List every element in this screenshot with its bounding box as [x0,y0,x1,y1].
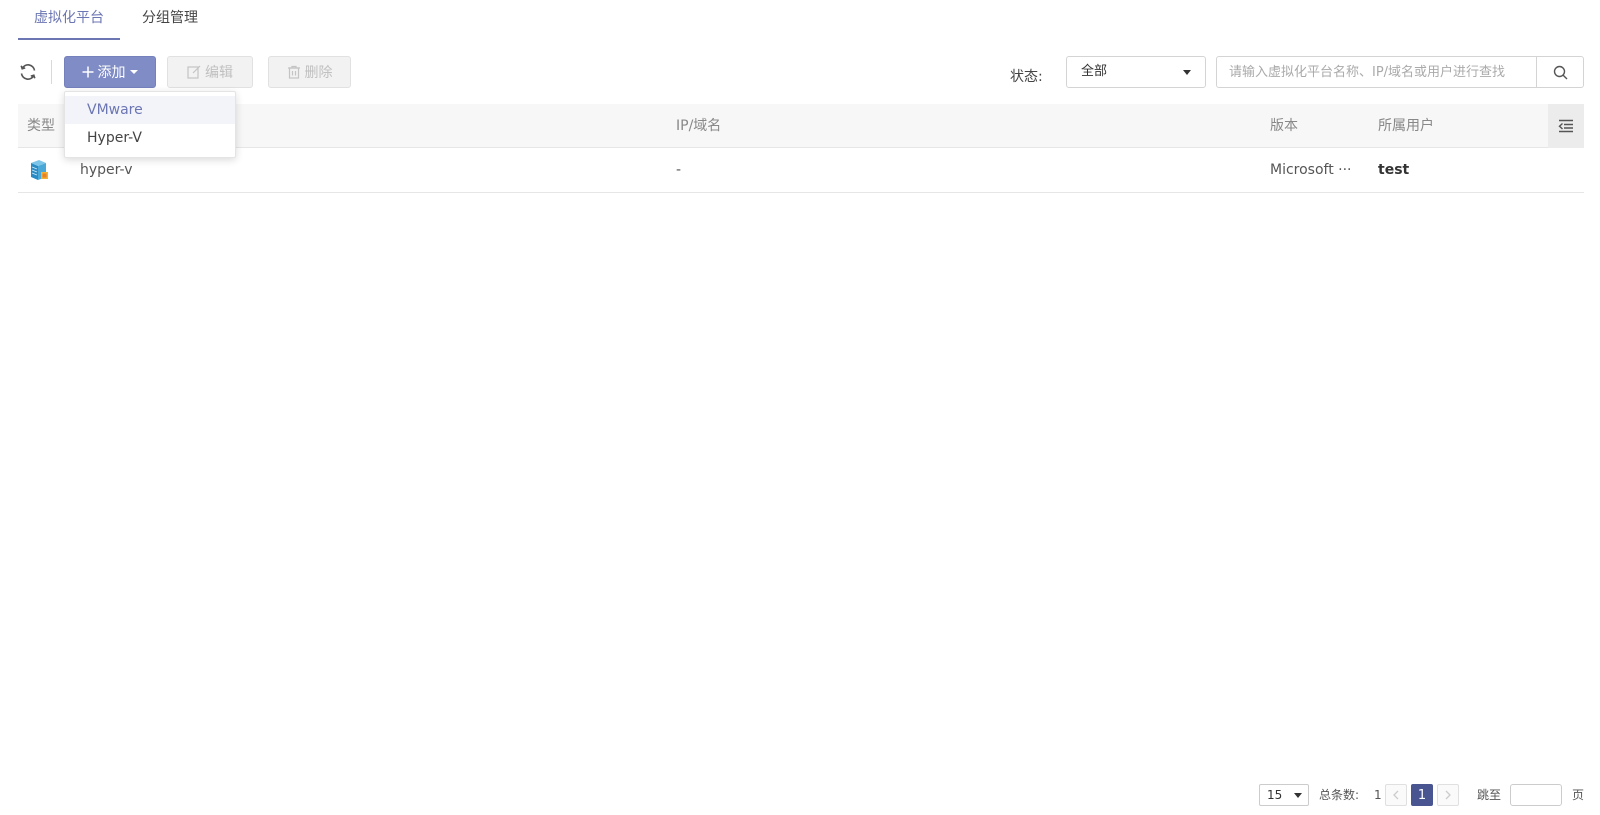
row-ip: - [676,162,682,178]
toolbar-divider [51,60,52,84]
caret-down-icon [129,70,138,74]
status-filter-value: 全部 [1081,64,1108,79]
search-icon [1553,65,1567,79]
row-owner: test [1378,162,1410,178]
menu-item-vmware[interactable]: VMware [65,96,235,124]
chevron-left-icon [1393,790,1399,800]
tab-virtualization-platform[interactable]: 虚拟化平台 [18,0,120,40]
table-row[interactable]: hyper-v - Microsoft ··· test [18,148,1584,193]
add-platform-menu: VMware Hyper-V [64,91,236,158]
tab-group-management[interactable]: 分组管理 [126,0,214,38]
tab-bar: 虚拟化平台 分组管理 [18,0,618,40]
page-unit-label: 页 [1572,788,1585,802]
status-filter-select[interactable]: 全部 [1066,56,1206,88]
column-settings-icon [1558,119,1573,133]
total-count-value: 1 [1374,788,1382,802]
delete-button-label: 删除 [304,65,333,81]
plus-icon [82,66,93,78]
delete-button[interactable]: 删除 [268,56,351,88]
hyper-v-server-icon [31,160,48,180]
add-button[interactable]: 添加 [64,56,156,88]
menu-item-hyper-v[interactable]: Hyper-V [65,124,235,152]
search-box [1216,56,1584,88]
page-size-value: 15 [1267,788,1283,802]
goto-page-input[interactable] [1511,785,1561,805]
status-filter-label: 状态: [1010,69,1043,85]
caret-down-icon [1294,793,1302,798]
search-button[interactable] [1536,57,1583,87]
chevron-right-icon [1445,790,1451,800]
column-header-type[interactable]: 类型 [27,104,55,148]
add-button-label: 添加 [97,65,126,81]
edit-button[interactable]: 编辑 [167,56,253,88]
edit-icon [187,65,201,79]
next-page-button[interactable] [1437,784,1459,806]
trash-icon [287,65,300,79]
goto-label: 跳至 [1477,788,1502,802]
search-input[interactable] [1217,57,1539,87]
page-number-button[interactable]: 1 [1411,784,1433,806]
caret-down-icon [1183,70,1191,75]
total-count-label: 总条数: [1319,788,1360,802]
column-settings-button[interactable] [1548,104,1584,148]
column-header-owner[interactable]: 所属用户 [1378,104,1434,148]
page-size-select[interactable]: 15 [1259,784,1309,806]
refresh-icon [20,64,36,80]
column-header-ip[interactable]: IP/域名 [676,104,721,148]
column-header-version[interactable]: 版本 [1270,104,1298,148]
goto-page-field [1510,784,1562,806]
previous-page-button[interactable] [1385,784,1407,806]
edit-button-label: 编辑 [205,65,233,81]
refresh-button[interactable] [16,60,40,84]
table-header: 类型 名称 IP/域名 版本 所属用户 [18,104,1584,148]
row-version: Microsoft ··· [1270,162,1352,178]
